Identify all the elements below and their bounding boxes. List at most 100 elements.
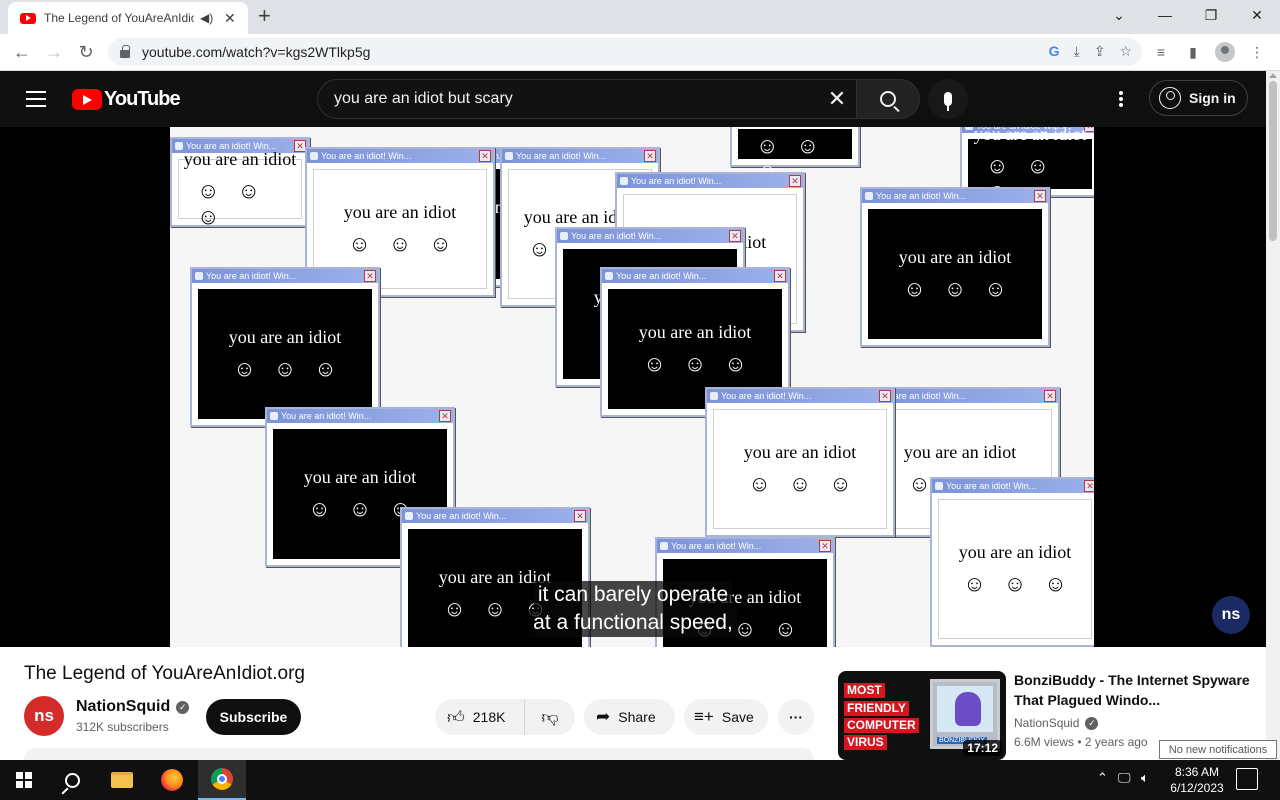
folder-icon xyxy=(111,772,133,788)
video-player[interactable]: You are an idiot! Win... ✕ you are an idio… xyxy=(0,127,1266,647)
restore-button[interactable]: ❐ xyxy=(1188,0,1234,30)
popup-body: you are an idiot ☺☺☺ xyxy=(938,499,1092,639)
channel-avatar[interactable]: ns xyxy=(24,696,64,736)
forward-button[interactable]: → xyxy=(42,40,66,64)
thumbnail-text-3: COMPUTER xyxy=(844,718,919,733)
account-icon xyxy=(1159,87,1181,109)
back-button[interactable]: ← xyxy=(10,40,34,64)
thumbnail-text-1: MOST xyxy=(844,683,885,698)
show-hidden-icons-chevron-icon[interactable]: ⌃ xyxy=(1097,770,1108,786)
popup-titlebar: You are an idiot! Win...✕ xyxy=(657,539,833,553)
share-button[interactable]: ➦ Share xyxy=(584,699,675,735)
thumbs-down-icon: 👎︎ xyxy=(541,707,559,727)
thumbnail-text-2: FRIENDLY xyxy=(844,701,909,716)
bonzi-gorilla-image xyxy=(955,692,981,726)
popup-message: you are an idiot xyxy=(898,246,1012,267)
verified-check-icon: ✓ xyxy=(1085,717,1099,730)
scroll-thumb[interactable] xyxy=(1269,81,1277,241)
popup-close-icon: ✕ xyxy=(439,410,451,422)
file-explorer-button[interactable] xyxy=(98,760,146,800)
taskbar-search-button[interactable] xyxy=(48,760,96,800)
popup-window: You are an idiot! Win...✕you are an idio… xyxy=(170,137,310,229)
recommended-video-meta: 6.6M views • 2 years ago xyxy=(1014,735,1148,749)
side-panel-icon[interactable]: ▮ xyxy=(1183,42,1203,62)
search-query[interactable]: you are an idiot but scary xyxy=(334,90,513,108)
profile-icon[interactable] xyxy=(1215,42,1235,62)
smiley-icons: ☺☺☺ xyxy=(903,275,1025,301)
chrome-icon xyxy=(211,768,233,790)
media-controls-icon[interactable]: ≡ xyxy=(1151,42,1171,62)
scroll-up-arrow-icon[interactable] xyxy=(1269,73,1277,78)
channel-watermark[interactable]: ns xyxy=(1212,596,1250,634)
popup-body: you are an idiot ☺☺☺ xyxy=(178,149,302,229)
popup-titlebar: You are an idiot! Win...✕ xyxy=(402,509,588,523)
bookmark-star-icon[interactable]: ☆ xyxy=(1119,43,1132,60)
video-frame[interactable]: You are an idiot! Win... ✕ you are an idio… xyxy=(170,127,1094,647)
browser-tab-strip: The Legend of YouAreAnIdiot.org ◀) ✕ + ⌄… xyxy=(0,0,1280,34)
recommended-channel-name[interactable]: NationSquid xyxy=(1014,716,1079,730)
sign-in-button[interactable]: Sign in xyxy=(1149,80,1248,116)
address-bar[interactable]: youtube.com/watch?v=kgs2WTlkp5g G ⤓ ⇪ ☆ xyxy=(108,38,1142,66)
url-text[interactable]: youtube.com/watch?v=kgs2WTlkp5g xyxy=(142,44,370,60)
action-center-button[interactable] xyxy=(1236,768,1258,790)
chrome-menu-icon[interactable]: ⋮ xyxy=(1247,42,1267,62)
page-scrollbar[interactable] xyxy=(1266,71,1280,760)
popup-close-icon: ✕ xyxy=(819,540,831,552)
network-icon[interactable]: 🖵︎ xyxy=(1118,770,1131,786)
microphone-icon xyxy=(944,92,952,111)
close-window-button[interactable]: ✕ xyxy=(1234,0,1280,30)
youtube-logo[interactable]: YouTube xyxy=(72,88,181,111)
recommended-channel[interactable]: NationSquid ✓ xyxy=(1014,716,1099,730)
search-button[interactable] xyxy=(856,79,920,119)
popup-message: you are an idiot xyxy=(183,148,297,169)
subtitle-line-2: at a functional speed, xyxy=(529,609,737,637)
firefox-button[interactable] xyxy=(148,760,196,800)
recommended-video-thumbnail[interactable]: MOST FRIENDLY COMPUTER VIRUS BONZIBUDDY … xyxy=(838,671,1006,760)
tab-search-chevron-icon[interactable]: ⌄ xyxy=(1096,0,1142,30)
description-box[interactable] xyxy=(24,748,814,760)
taskbar-clock[interactable]: 8:36 AM 6/12/2023 xyxy=(1162,764,1232,796)
google-lens-icon[interactable]: G xyxy=(1049,43,1060,60)
install-icon[interactable]: ⤓ xyxy=(1074,43,1080,60)
dislike-button[interactable]: 👎︎ xyxy=(525,707,575,728)
screen: The Legend of YouAreAnIdiot.org ◀) ✕ + ⌄… xyxy=(0,0,1280,800)
clear-search-icon[interactable]: ✕ xyxy=(826,88,848,110)
settings-kebab-icon[interactable] xyxy=(1112,89,1130,109)
like-count: 218K xyxy=(472,709,506,725)
like-button[interactable]: 👍︎ 218K xyxy=(435,699,525,735)
clock-time: 8:36 AM xyxy=(1174,765,1220,779)
speaker-icon[interactable]: ◀) xyxy=(200,11,214,25)
more-actions-button[interactable]: ··· xyxy=(778,699,814,735)
start-button[interactable] xyxy=(0,760,48,800)
minimize-button[interactable]: — xyxy=(1142,0,1188,30)
notification-tooltip: No new notifications xyxy=(1159,740,1277,759)
reload-button[interactable]: ↻ xyxy=(74,40,98,64)
menu-icon[interactable] xyxy=(26,91,46,107)
tab-close-icon[interactable]: ✕ xyxy=(224,10,236,27)
subtitle-caption: it can barely operate at a functional sp… xyxy=(518,581,748,637)
channel-name[interactable]: NationSquid ✓ xyxy=(76,698,190,716)
share-page-icon[interactable]: ⇪ xyxy=(1094,43,1106,60)
recommended-video-title[interactable]: BonziBuddy - The Internet Spyware That P… xyxy=(1014,670,1254,710)
lock-icon[interactable] xyxy=(120,45,130,58)
smiley-icons: ☺☺☺ xyxy=(748,470,870,496)
new-tab-button[interactable]: + xyxy=(258,5,271,27)
popup-close-icon: ✕ xyxy=(644,150,656,162)
volume-muted-icon[interactable]: 🔈︎ xyxy=(1141,770,1149,786)
search-input[interactable]: you are an idiot but scary ✕ xyxy=(317,79,857,119)
share-arrow-icon: ➦ xyxy=(596,707,611,726)
popup-titlebar: You are an idiot! Win...✕ xyxy=(602,269,788,283)
browser-tab[interactable]: The Legend of YouAreAnIdiot.org ◀) ✕ xyxy=(8,2,248,34)
channel-name-text[interactable]: NationSquid xyxy=(76,698,170,715)
chrome-taskbar-button[interactable] xyxy=(198,760,246,800)
video-duration: 17:12 xyxy=(963,740,1002,756)
popup-titlebar: You are an idiot! Win...✕ xyxy=(557,229,743,243)
save-button[interactable]: ≡+ Save xyxy=(684,699,768,735)
firefox-icon xyxy=(161,769,183,791)
clock-date: 6/12/2023 xyxy=(1170,781,1224,795)
smiley-icons: ☺☺☺ xyxy=(233,355,355,381)
popup-close-icon: ✕ xyxy=(574,510,586,522)
voice-search-button[interactable] xyxy=(928,79,968,119)
omnibox-actions: G ⤓ ⇪ ☆ xyxy=(1049,43,1132,60)
subscribe-button[interactable]: Subscribe xyxy=(206,699,301,735)
